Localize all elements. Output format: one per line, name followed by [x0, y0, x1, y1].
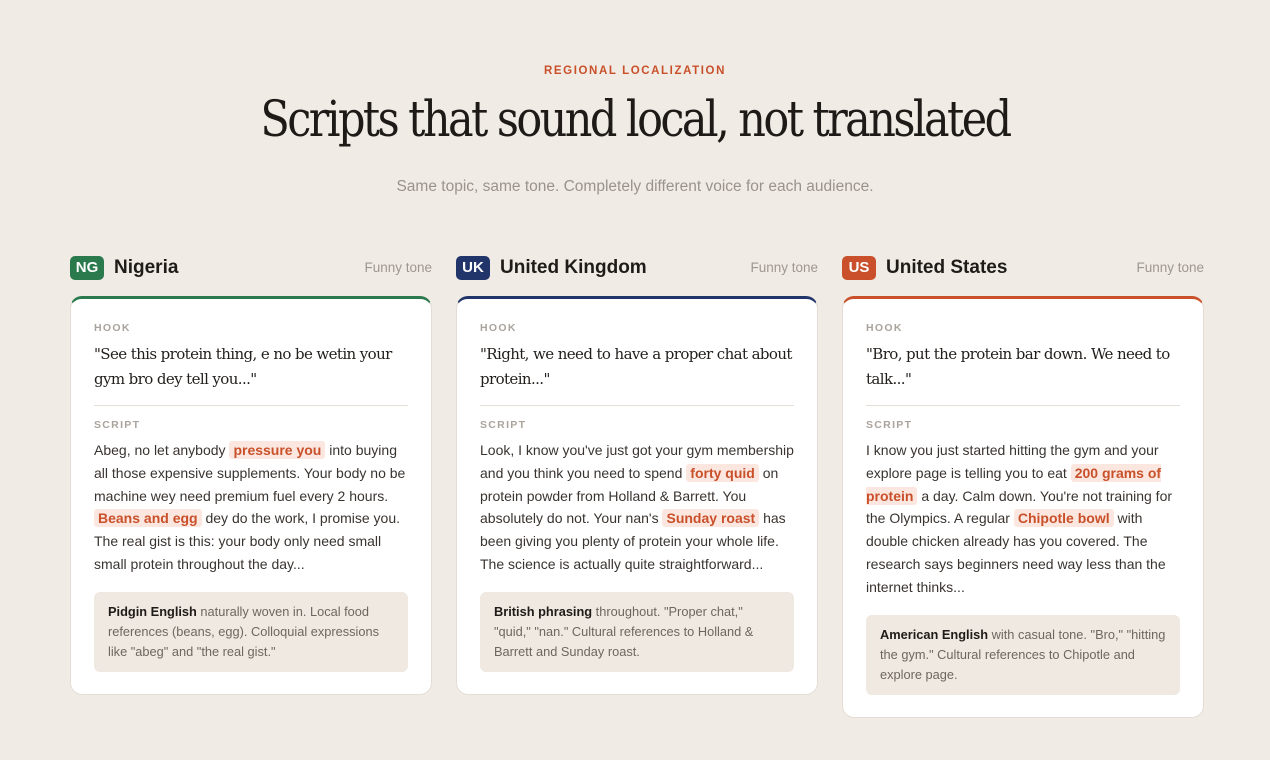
- hook-text: "See this protein thing, e no be wetin y…: [94, 342, 408, 406]
- hook-label: HOOK: [480, 322, 517, 334]
- region-header: US United States Funny tone: [842, 256, 1204, 282]
- country-name: United Kingdom: [500, 257, 647, 278]
- eyebrow-label: REGIONAL LOCALIZATION: [543, 65, 727, 77]
- country-name: Nigeria: [114, 257, 179, 278]
- highlight-phrase: forty quid: [686, 463, 759, 482]
- script-label: SCRIPT: [480, 419, 527, 431]
- page-title: Scripts that sound local, not translated: [260, 90, 1012, 148]
- region-column-us: US United States Funny tone HOOK "Bro, p…: [842, 256, 1204, 718]
- script-text: I know you just started hitting the gym …: [866, 439, 1180, 599]
- hook-text: "Right, we need to have a proper chat ab…: [480, 342, 794, 406]
- tone-label: Funny tone: [364, 260, 432, 275]
- highlight-phrase: Sunday roast: [662, 509, 760, 528]
- script-segment: Abeg, no let anybody: [94, 442, 230, 458]
- region-column-uk: UK United Kingdom Funny tone HOOK "Right…: [456, 256, 818, 695]
- script-label: SCRIPT: [866, 419, 913, 431]
- note-emphasis: American English: [880, 626, 989, 642]
- script-card: HOOK "Right, we need to have a proper ch…: [456, 296, 818, 695]
- region-header: NG Nigeria Funny tone: [70, 256, 432, 282]
- highlight-phrase: Chipotle bowl: [1013, 509, 1114, 528]
- country-code-badge: NG: [70, 256, 104, 280]
- hook-label: HOOK: [94, 322, 131, 334]
- note-emphasis: Pidgin English: [108, 603, 197, 619]
- localization-note: Pidgin English naturally woven in. Local…: [94, 591, 408, 672]
- region-header: UK United Kingdom Funny tone: [456, 256, 818, 282]
- tone-label: Funny tone: [1136, 260, 1204, 275]
- country-code-badge: UK: [456, 256, 490, 280]
- localization-note: British phrasing throughout. "Proper cha…: [480, 591, 794, 672]
- script-text: Abeg, no let anybody pressure you into b…: [94, 439, 408, 576]
- script-card: HOOK "Bro, put the protein bar down. We …: [842, 296, 1204, 718]
- script-text: Look, I know you've just got your gym me…: [480, 439, 794, 576]
- country-code-badge: US: [842, 256, 876, 280]
- localization-note: American English with casual tone. "Bro,…: [866, 614, 1180, 695]
- script-label: SCRIPT: [94, 419, 141, 431]
- hook-text: "Bro, put the protein bar down. We need …: [866, 342, 1180, 406]
- note-emphasis: British phrasing: [494, 603, 593, 619]
- highlight-phrase: Beans and egg: [94, 509, 202, 528]
- tone-label: Funny tone: [750, 260, 818, 275]
- region-column-nigeria: NG Nigeria Funny tone HOOK "See this pro…: [70, 256, 432, 695]
- script-card: HOOK "See this protein thing, e no be we…: [70, 296, 432, 695]
- hook-label: HOOK: [866, 322, 903, 334]
- page-subtitle: Same topic, same tone. Completely differ…: [396, 178, 874, 195]
- country-name: United States: [886, 257, 1008, 278]
- highlight-phrase: pressure you: [229, 441, 326, 459]
